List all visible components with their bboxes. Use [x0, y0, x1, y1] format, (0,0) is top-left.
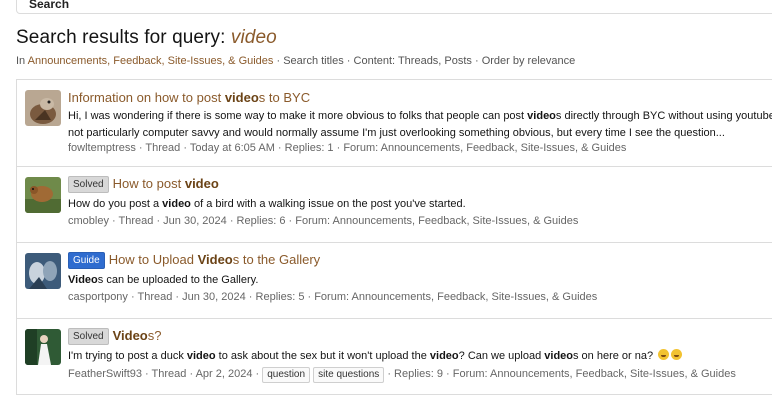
- search-results-list: Information on how to post videos to BYC…: [16, 79, 772, 395]
- emoji-icon: [671, 349, 683, 360]
- result-snippet: Videos can be uploaded to the Gallery.: [68, 274, 259, 286]
- search-query: video: [230, 27, 277, 48]
- tag-site-questions[interactable]: site questions: [313, 367, 385, 383]
- avatar[interactable]: [25, 177, 61, 213]
- result-title[interactable]: Solved How to post video: [68, 176, 219, 193]
- search-result-row: Guide How to Upload Videos to the Gallery…: [17, 243, 772, 319]
- filter-in-label: In: [16, 55, 28, 67]
- result-meta: fowltemptress · Thread · Today at 6:05 A…: [68, 142, 627, 154]
- tag-question[interactable]: question: [262, 367, 311, 383]
- page-title: Search results for query: video: [16, 27, 277, 49]
- result-snippet: Hi, I was wondering if there is some way…: [68, 110, 772, 139]
- filter-options: · Search titles · Content: Threads, Post…: [273, 55, 576, 67]
- result-meta: FeatherSwift93 · Thread · Apr 2, 2024 · …: [68, 367, 736, 383]
- result-title[interactable]: Solved Videos?: [68, 328, 161, 345]
- search-panel: Search: [16, 0, 772, 14]
- search-filters: In Announcements, Feedback, Site-Issues,…: [16, 55, 575, 67]
- avatar[interactable]: [25, 253, 61, 289]
- guide-label: Guide: [68, 252, 105, 269]
- solved-label: Solved: [68, 328, 109, 345]
- result-snippet: I'm trying to post a duck video to ask a…: [68, 348, 772, 365]
- solved-label: Solved: [68, 176, 109, 193]
- avatar[interactable]: [25, 329, 61, 365]
- avatar[interactable]: [25, 90, 61, 126]
- search-result-row: Solved How to post video How do you post …: [17, 167, 772, 243]
- search-result-row: Solved Videos? I'm trying to post a duck …: [17, 319, 772, 395]
- page-title-prefix: Search results for query:: [16, 27, 231, 48]
- filter-forum-link[interactable]: Announcements, Feedback, Site-Issues, & …: [28, 55, 274, 67]
- result-title[interactable]: Information on how to post videos to BYC: [68, 90, 310, 105]
- result-meta: cmobley · Thread · Jun 30, 2024 · Replie…: [68, 215, 579, 227]
- result-meta: casportpony · Thread · Jun 30, 2024 · Re…: [68, 291, 598, 303]
- emoji-icon: [658, 349, 670, 360]
- search-result-row: Information on how to post videos to BYC…: [17, 80, 772, 167]
- result-title[interactable]: Guide How to Upload Videos to the Gallery: [68, 252, 320, 269]
- result-snippet: How do you post a video of a bird with a…: [68, 198, 466, 210]
- search-button[interactable]: Search: [29, 0, 69, 11]
